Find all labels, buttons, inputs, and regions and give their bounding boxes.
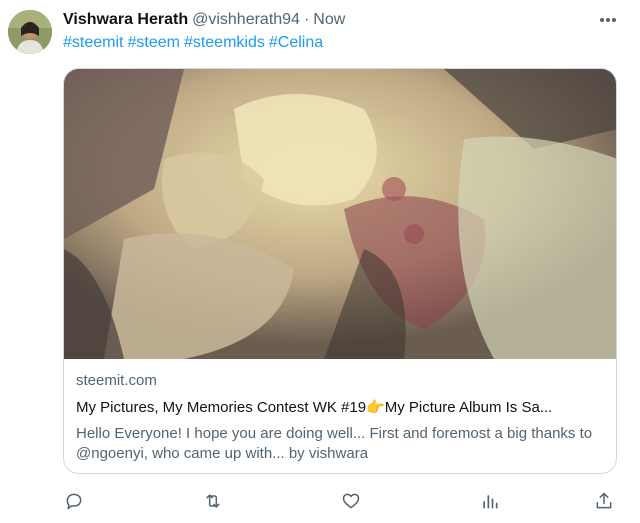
- hashtag-list: #steemit #steem #steemkids #Celina: [63, 34, 327, 52]
- tweet-header: Vishwara Herath @vishherath94 · Now: [63, 9, 345, 31]
- link-domain: steemit.com: [76, 372, 157, 389]
- hashtag-link[interactable]: #steemit: [63, 34, 123, 51]
- hashtag-link[interactable]: #Celina: [269, 34, 323, 51]
- tweet-actions: [0, 487, 640, 515]
- views-icon[interactable]: [476, 487, 504, 515]
- hashtag-link[interactable]: #steemkids: [184, 34, 265, 51]
- retweet-icon[interactable]: [199, 487, 227, 515]
- share-icon[interactable]: [590, 487, 618, 515]
- like-icon[interactable]: [337, 487, 365, 515]
- separator-dot: ·: [303, 11, 310, 28]
- author-name[interactable]: Vishwara Herath: [63, 11, 188, 29]
- link-preview-card[interactable]: steemit.com My Pictures, My Memories Con…: [63, 68, 617, 474]
- link-title: My Pictures, My Memories Contest WK #19👉…: [76, 399, 553, 416]
- timestamp[interactable]: Now: [313, 11, 345, 29]
- author-handle[interactable]: @vishherath94: [192, 11, 300, 29]
- link-preview-text: steemit.com My Pictures, My Memories Con…: [76, 371, 606, 464]
- link-preview-image: [64, 69, 616, 359]
- reply-icon[interactable]: [60, 487, 88, 515]
- hashtag-link[interactable]: #steem: [127, 34, 179, 51]
- avatar[interactable]: [8, 10, 52, 54]
- more-horizontal-icon[interactable]: [596, 10, 620, 30]
- link-description: Hello Everyone! I hope you are doing wel…: [76, 425, 593, 462]
